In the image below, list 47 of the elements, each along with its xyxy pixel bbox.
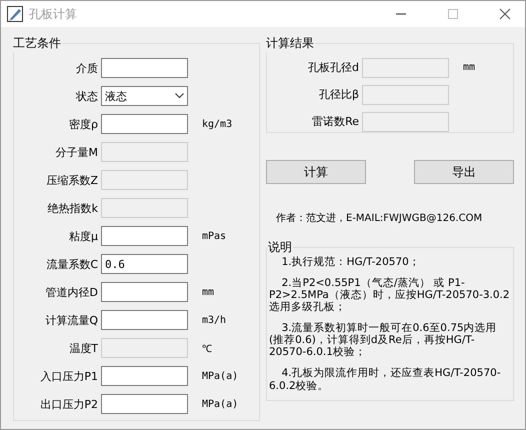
input-field[interactable]: 0.6 <box>101 254 188 274</box>
field-label: 介质 <box>75 60 99 76</box>
group-title: 工艺条件 <box>12 35 62 52</box>
unit-label: kg/m3 <box>202 118 232 130</box>
input-field[interactable] <box>101 114 188 134</box>
input-field[interactable] <box>101 394 188 414</box>
field-label: 分子量M <box>54 144 99 160</box>
group-title: 说明 <box>267 239 293 256</box>
field-label: 密度ρ <box>68 116 99 132</box>
field-label: 压缩系数Z <box>45 172 99 188</box>
note-text: 3.流量系数初算时一般可在0.6至0.75内选用(推荐0.6)，计算得到d及Re后，再按HG/T-20570-6.0.1校验； <box>269 322 498 358</box>
unit-label: mPas <box>202 230 226 242</box>
field-label: 入口压力P1 <box>39 368 99 384</box>
unit-label: mm <box>463 62 476 73</box>
state-dropdown[interactable]: 液态 <box>101 86 188 106</box>
window-title: 孔板计算 <box>29 6 77 22</box>
app-icon <box>7 6 23 22</box>
field-label: 绝热指数k <box>46 200 99 216</box>
field-label: 雷诺数Re <box>311 114 360 129</box>
chevron-icon <box>175 93 184 99</box>
unit-label: m3/h <box>202 314 226 326</box>
field-label: 管道内径D <box>44 284 99 300</box>
close-icon[interactable] <box>499 8 511 20</box>
input-field[interactable] <box>101 310 188 330</box>
note-text: 4.孔板为限流作用时，还应查表HG/T-20570-6.0.2校验。 <box>269 367 502 392</box>
unit-label: MPa(a) <box>202 398 238 410</box>
note-text: 2.当P2<0.55P1（气态/蒸汽） 或 P1-P2>2.5MPa（液态）时，应按HG/T-20570-3.0.2选用多级孔板； <box>269 277 511 314</box>
field-label: 孔板孔径d <box>307 60 360 75</box>
field-label: 温度T <box>68 340 99 356</box>
field-label: 计算流量Q <box>44 312 99 328</box>
author-text: 作者：范文进，E-MAIL:FWJWGB@126.COM <box>276 212 484 225</box>
input-field[interactable] <box>101 282 188 302</box>
unit-label: MPa(a) <box>202 370 238 382</box>
action-button[interactable]: 导出 <box>414 160 514 184</box>
field-label: 出口压力P2 <box>39 396 99 412</box>
note-text: 1.执行规范：HG/T-20570； <box>280 256 421 268</box>
unit-label: ℃ <box>202 343 212 355</box>
field-label: 粘度μ <box>68 228 99 244</box>
field-label: 孔径比β <box>318 87 360 102</box>
field-label: 状态 <box>75 88 99 104</box>
group-title: 计算结果 <box>265 35 315 52</box>
action-button[interactable]: 计算 <box>266 160 366 184</box>
input-field[interactable] <box>101 226 188 246</box>
unit-label: mm <box>202 286 214 298</box>
input-field[interactable] <box>101 58 188 78</box>
field-label: 流量系数C <box>45 256 99 272</box>
input-field[interactable] <box>101 366 188 386</box>
